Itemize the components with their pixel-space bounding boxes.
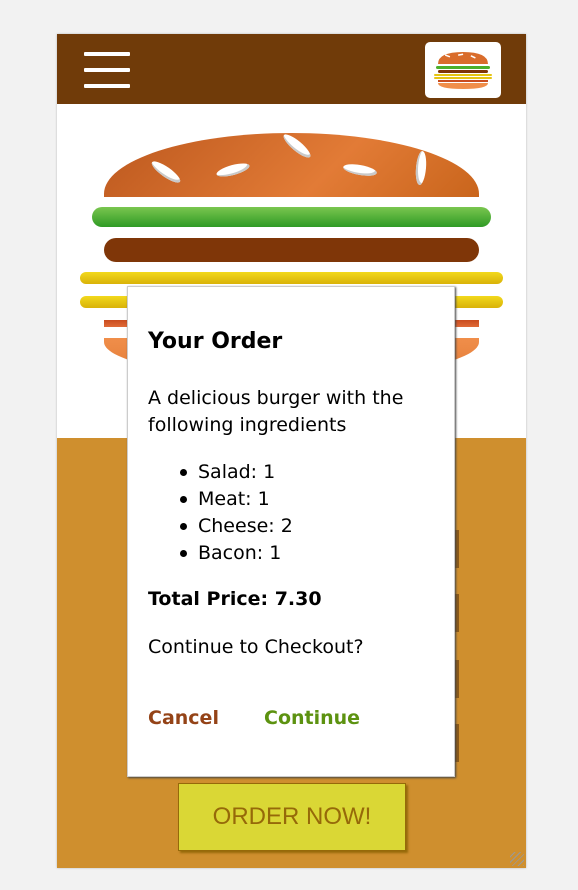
order-summary-modal: Your Order A delicious burger with the f… <box>127 286 455 777</box>
burger-logo-graphic <box>434 52 492 89</box>
modal-title: Your Order <box>148 329 283 354</box>
meat-layer <box>104 238 479 262</box>
hamburger-menu-icon[interactable] <box>84 52 130 88</box>
continue-button[interactable]: Continue <box>264 707 360 729</box>
menu-line <box>84 84 130 88</box>
salad-layer <box>92 207 491 227</box>
seed <box>215 160 251 180</box>
list-item: Cheese: 2 <box>180 513 293 540</box>
menu-line <box>84 52 130 56</box>
list-item: Meat: 1 <box>180 486 293 513</box>
checkout-question: Continue to Checkout? <box>148 636 364 658</box>
burger-logo-icon <box>425 42 501 98</box>
seed <box>149 158 183 186</box>
modal-description: A delicious burger with the following in… <box>148 387 404 436</box>
bread-top <box>104 133 479 197</box>
ingredient-list: Salad: 1 Meat: 1 Cheese: 2 Bacon: 1 <box>148 459 293 567</box>
order-now-button[interactable]: ORDER NOW! <box>178 783 406 851</box>
seed <box>414 150 428 186</box>
cancel-button[interactable]: Cancel <box>148 707 219 729</box>
seed <box>342 162 378 178</box>
total-price: Total Price: 7.30 <box>148 588 322 610</box>
cheese-layer <box>80 272 503 284</box>
resize-grip-icon[interactable] <box>510 852 524 866</box>
seed <box>280 133 314 161</box>
list-item: Salad: 1 <box>180 459 293 486</box>
toolbar <box>57 34 526 104</box>
list-item: Bacon: 1 <box>180 540 293 567</box>
menu-line <box>84 68 130 72</box>
